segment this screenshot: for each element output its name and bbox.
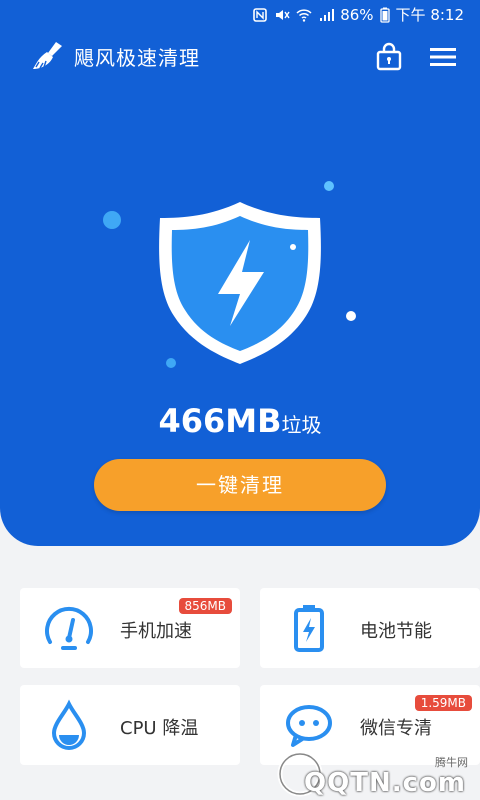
battery-percent: 86% — [340, 5, 374, 24]
feature-card-phone-boost[interactable]: 手机加速 856MB — [20, 588, 240, 668]
junk-value: 466MB — [158, 402, 282, 440]
decor-dot — [324, 181, 334, 191]
decor-dot — [346, 311, 356, 321]
size-badge: 1.59MB — [414, 695, 472, 711]
wifi-icon — [296, 8, 312, 22]
feature-label: 电池节能 — [360, 621, 432, 642]
feature-label: CPU 降温 — [120, 718, 199, 739]
broom-logo-icon — [33, 42, 62, 69]
status-bar: 86% 下午 8:12 — [0, 0, 480, 28]
mute-icon — [276, 9, 290, 20]
lock-bag-icon[interactable] — [374, 42, 404, 72]
feature-card-cpu-cooling[interactable]: CPU 降温 — [20, 685, 240, 765]
feature-label: 手机加速 — [120, 621, 192, 642]
menu-icon[interactable] — [428, 44, 458, 70]
decor-dot — [103, 211, 121, 229]
speedometer-icon — [45, 606, 93, 650]
clock: 下午 8:12 — [395, 6, 464, 24]
battery-status-icon — [379, 7, 390, 23]
battery-icon — [294, 605, 324, 652]
signal-icon — [320, 8, 335, 21]
feature-card-battery-saver[interactable]: 电池节能 — [260, 588, 480, 668]
feature-label: 微信专清 — [360, 718, 432, 739]
app-bar: 飓风极速清理 — [0, 36, 480, 80]
junk-amount: 466MB垃圾 — [0, 402, 480, 440]
app-title: 飓风极速清理 — [74, 46, 200, 70]
size-badge: 856MB — [178, 598, 232, 614]
watermark-text: QQTN.com — [304, 768, 466, 798]
junk-unit: 垃圾 — [281, 413, 322, 437]
shield-lightning-icon — [159, 202, 321, 364]
one-click-clean-button[interactable]: 一键清理 — [94, 459, 386, 511]
hero-panel: 86% 下午 8:12 飓风极速清理 466MB垃圾 一键清理 — [0, 0, 480, 546]
water-drop-icon — [51, 699, 87, 750]
nfc-icon — [253, 7, 268, 22]
